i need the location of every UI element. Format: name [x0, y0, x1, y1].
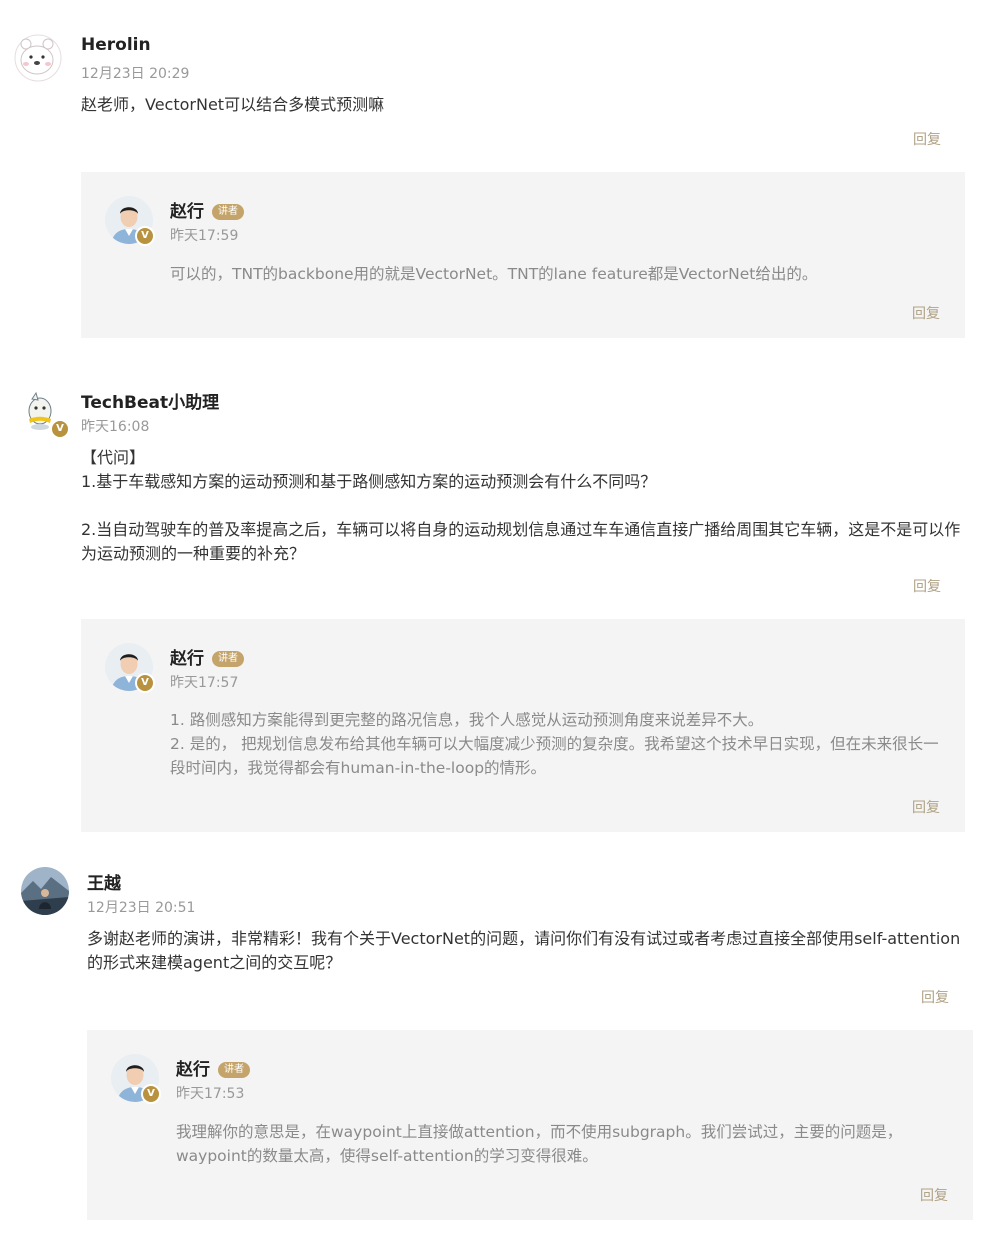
reply-author[interactable]: 赵行 讲者: [170, 644, 244, 669]
reply-author[interactable]: 赵行 讲者: [170, 197, 244, 222]
comment-text-line: 1.基于车载感知方案的运动预测和基于路侧感知方案的运动预测会有什么不同吗？: [81, 472, 657, 491]
comment-text-line: 2.当自动驾驶车的普及率提高之后，车辆可以将自身的运动规划信息通过车车通信直接广…: [81, 520, 961, 563]
reply-time: 昨天17:53: [176, 1086, 245, 1102]
avatar-speaker[interactable]: V: [105, 196, 155, 246]
reply-text: 我理解你的意思是，在waypoint上直接做attention，而不使用subg…: [176, 1120, 946, 1168]
reply-button[interactable]: 回复: [912, 303, 940, 323]
avatar-speaker[interactable]: V: [105, 643, 155, 693]
reply-text-line: 1. 路侧感知方案能得到更完整的路况信息，我个人感觉从运动预测角度来说差异不大。: [170, 711, 764, 729]
reply-button[interactable]: 回复: [913, 129, 941, 149]
comment-text: 多谢赵老师的演讲，非常精彩！我有个关于VectorNet的问题，请问你们有没有试…: [87, 927, 967, 975]
reply-button[interactable]: 回复: [921, 987, 949, 1007]
comment-time: 昨天16:08: [81, 419, 150, 435]
reply-time: 昨天17:59: [170, 228, 239, 244]
avatar-photo[interactable]: [21, 867, 69, 915]
reply-text: 可以的，TNT的backbone用的就是VectorNet。TNT的lane f…: [170, 262, 950, 286]
avatar-bear[interactable]: [14, 34, 62, 82]
reply-author-name: 赵行: [170, 649, 204, 669]
author-reply: V 赵行 讲者 昨天17:59 可以的，TNT的backbone用的就是Vecto…: [81, 172, 965, 338]
user-photo-icon: [21, 867, 69, 915]
reply-text-line: 可以的，TNT的backbone用的就是VectorNet。TNT的lane f…: [170, 265, 818, 283]
verified-badge-icon: V: [135, 673, 155, 693]
speaker-tag: 讲者: [218, 1062, 250, 1078]
bear-icon: [14, 34, 62, 82]
comment-text-line: 【代问】: [81, 448, 146, 467]
verified-badge-icon: V: [141, 1084, 161, 1104]
comment-text-line: 多谢赵老师的演讲，非常精彩！我有个关于VectorNet的问题，请问你们有没有试…: [87, 929, 961, 972]
comment-author[interactable]: 王越: [87, 869, 121, 894]
reply-time: 昨天17:57: [170, 675, 239, 691]
reply-author-name: 赵行: [176, 1060, 210, 1080]
reply-author-name: 赵行: [170, 202, 204, 222]
reply-button[interactable]: 回复: [912, 797, 940, 817]
comment-author[interactable]: Herolin: [81, 35, 151, 55]
comment-author[interactable]: TechBeat小助理: [81, 388, 219, 413]
comment-text: 【代问】 1.基于车载感知方案的运动预测和基于路侧感知方案的运动预测会有什么不同…: [81, 446, 961, 566]
avatar-speaker[interactable]: V: [111, 1054, 161, 1104]
verified-badge-icon: V: [50, 419, 70, 439]
author-reply: V 赵行 讲者 昨天17:57 1. 路侧感知方案能得到更完整的路况信息，我个人感…: [81, 619, 965, 832]
verified-badge-icon: V: [135, 226, 155, 246]
avatar-techbeat[interactable]: V: [20, 389, 70, 439]
reply-button[interactable]: 回复: [913, 576, 941, 596]
speaker-tag: 讲者: [212, 204, 244, 220]
comment-text-blank: [81, 494, 961, 518]
comment-text: 赵老师，VectorNet可以结合多模式预测嘛: [81, 93, 961, 117]
comment-time: 12月23日 20:29: [81, 66, 190, 82]
reply-author[interactable]: 赵行 讲者: [176, 1055, 250, 1080]
reply-text-line: 我理解你的意思是，在waypoint上直接做attention，而不使用subg…: [176, 1123, 903, 1165]
comment-text-line: 赵老师，VectorNet可以结合多模式预测嘛: [81, 95, 385, 114]
speaker-tag: 讲者: [212, 651, 244, 667]
reply-button[interactable]: 回复: [920, 1185, 948, 1205]
comment-time: 12月23日 20:51: [87, 900, 196, 916]
author-reply: V 赵行 讲者 昨天17:53 我理解你的意思是，在waypoint上直接做att…: [87, 1030, 973, 1220]
reply-text-line: 2. 是的， 把规划信息发布给其他车辆可以大幅度减少预测的复杂度。我希望这个技术…: [170, 735, 939, 777]
reply-text: 1. 路侧感知方案能得到更完整的路况信息，我个人感觉从运动预测角度来说差异不大。…: [170, 708, 950, 780]
